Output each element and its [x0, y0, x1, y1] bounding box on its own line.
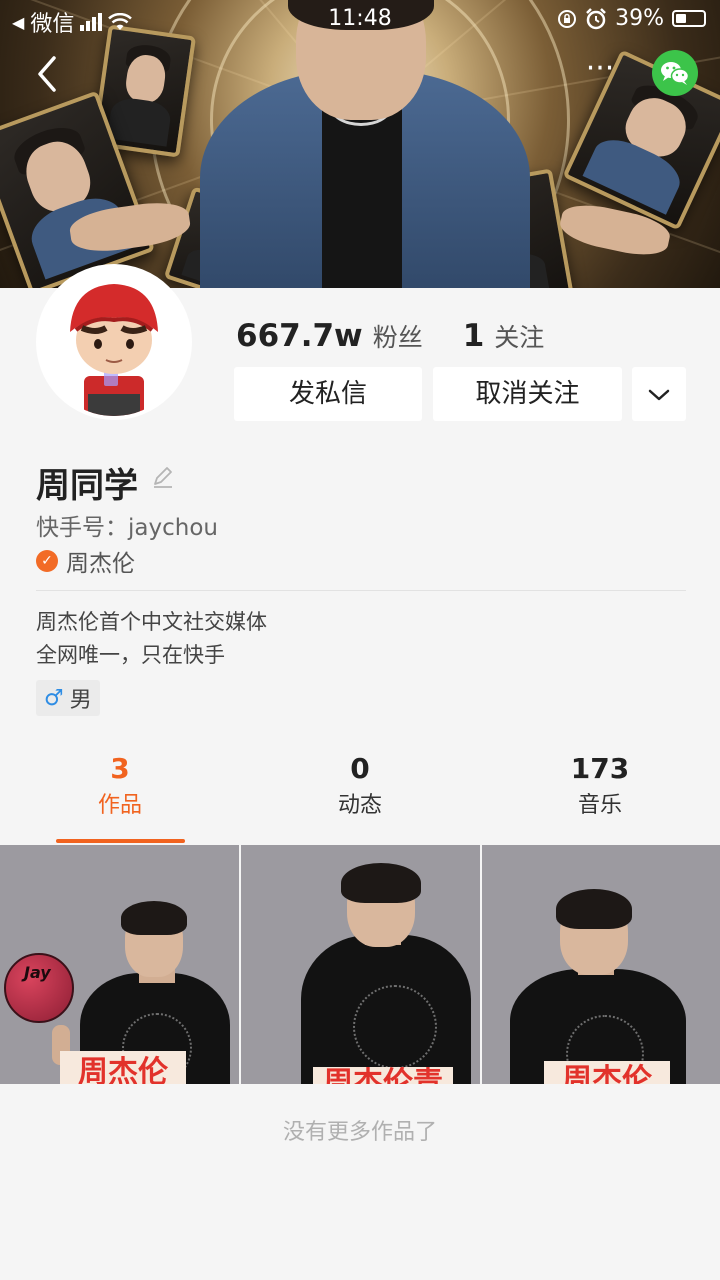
tab-count: 173	[570, 752, 630, 785]
expand-recommend-button[interactable]	[632, 367, 686, 421]
work-thumbnail[interactable]: 周杰伦	[482, 845, 720, 1084]
bio: 周杰伦首个中文社交媒体 全网唯一，只在快手	[36, 606, 267, 672]
thumb-hair	[341, 863, 421, 903]
kuaishou-id: 快手号：jaychou	[36, 515, 218, 541]
verified-badge-icon: ✓	[36, 550, 58, 572]
following-label[interactable]: 关注	[494, 318, 544, 354]
thumb-hair	[556, 889, 632, 929]
male-icon: ♂	[44, 685, 64, 711]
works-grid: Jay 周杰伦 周杰伦青 周杰伦	[0, 845, 720, 1084]
verified-name: 周杰伦	[66, 551, 135, 577]
work-caption: 周杰伦青	[313, 1067, 453, 1084]
tab-label: 音乐	[577, 793, 622, 818]
more-dots-icon: ···	[585, 51, 615, 86]
status-bar-right: 39%	[557, 6, 706, 31]
profile-name: 周同学	[36, 466, 138, 506]
followers-label[interactable]: 粉丝	[373, 318, 423, 354]
shirt-star-ring	[353, 985, 437, 1069]
rotation-lock-icon	[558, 9, 577, 28]
edit-name-button[interactable]	[150, 464, 176, 490]
unfollow-button[interactable]: 取消关注	[433, 367, 622, 421]
chevron-left-icon	[38, 56, 56, 92]
followers-count[interactable]: 667.7w	[236, 318, 363, 354]
gender-tag: ♂ 男	[36, 680, 100, 716]
profile-banner[interactable]	[0, 0, 720, 288]
work-caption: 周杰伦	[60, 1051, 186, 1084]
pencil-icon	[154, 467, 172, 488]
no-more-works-text: 没有更多作品了	[282, 1120, 437, 1145]
tab-label: 作品	[97, 793, 142, 818]
tab-label: 动态	[337, 793, 382, 818]
following-count[interactable]: 1	[463, 318, 485, 354]
avatar-cartoon	[40, 268, 188, 416]
bio-line: 周杰伦首个中文社交媒体	[36, 610, 267, 634]
chevron-down-icon	[648, 389, 670, 401]
content-tabs: 3 作品 0 动态 173 音乐	[0, 740, 720, 844]
alarm-icon	[586, 7, 606, 29]
divider	[36, 590, 686, 591]
back-button[interactable]	[28, 52, 68, 96]
avatar[interactable]	[36, 264, 192, 420]
battery-percent: 39%	[615, 6, 664, 31]
profile-section: 667.7w 粉丝 1 关注 发私信 取消关注 周同学 快手号：jaychou …	[0, 264, 720, 718]
work-thumbnail[interactable]: 周杰伦青	[241, 845, 480, 1084]
work-caption: 周杰伦	[544, 1061, 670, 1084]
verified-row: ✓ 周杰伦	[36, 544, 135, 578]
profile-stats: 667.7w 粉丝 1 关注	[236, 318, 574, 354]
tab-moments[interactable]: 0 动态	[240, 752, 480, 819]
ball-logo: Jay	[24, 963, 51, 982]
wechat-icon	[661, 62, 690, 85]
active-tab-indicator	[56, 839, 185, 843]
tab-count: 3	[110, 752, 130, 785]
status-bar: ◀ 微信 11:48 39%	[0, 0, 720, 38]
message-button[interactable]: 发私信	[234, 367, 422, 421]
battery-icon	[672, 10, 706, 27]
bio-line: 全网唯一，只在快手	[36, 643, 225, 667]
tab-count: 0	[350, 752, 370, 785]
gender-label: 男	[69, 688, 92, 713]
work-thumbnail[interactable]: Jay 周杰伦	[0, 845, 239, 1084]
wechat-share-button[interactable]	[652, 50, 698, 96]
more-button[interactable]: ···	[580, 54, 620, 88]
thumb-hair	[121, 901, 187, 935]
tab-music[interactable]: 173 音乐	[480, 752, 720, 819]
tab-works[interactable]: 3 作品	[0, 752, 240, 819]
